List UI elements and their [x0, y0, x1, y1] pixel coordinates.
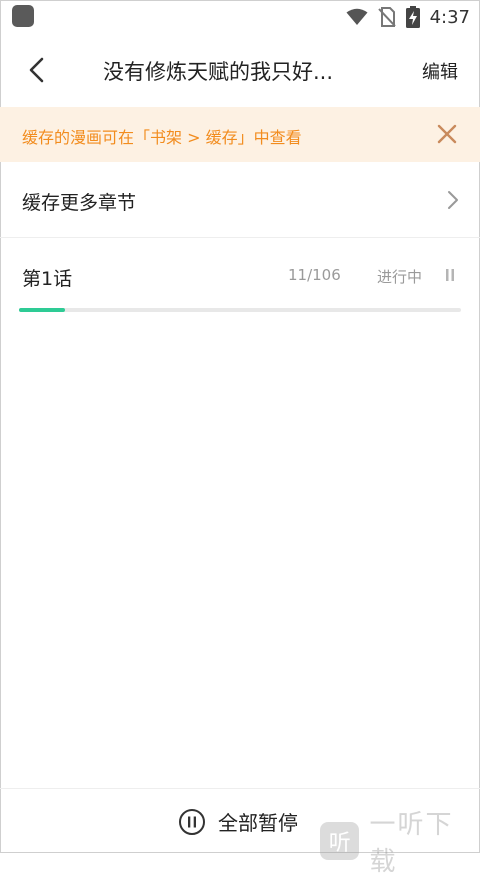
chevron-right-icon — [448, 191, 458, 209]
chapter-name: 第1话 — [22, 268, 73, 290]
page-title: 没有修炼天赋的我只好... — [103, 60, 334, 84]
chapter-download-item[interactable]: 第1话 11/106 进行中 — [0, 238, 480, 318]
status-bar: 4:37 — [0, 0, 480, 34]
battery-charging-icon — [405, 6, 420, 28]
pause-circle-icon — [179, 808, 205, 835]
no-sim-icon — [377, 7, 396, 27]
cache-more-chapters-label: 缓存更多章节 — [22, 192, 137, 214]
back-arrow-icon[interactable] — [22, 54, 52, 86]
cache-more-chapters-row[interactable]: 缓存更多章节 — [0, 162, 480, 238]
watermark-text: 一听下载 — [369, 810, 454, 877]
status-time: 4:37 — [429, 6, 470, 28]
app-notification-icon — [12, 5, 34, 27]
pause-all-button[interactable]: 全部暂停 — [178, 807, 298, 836]
watermark-logo: 听 — [320, 822, 360, 860]
close-icon[interactable] — [436, 123, 458, 145]
bottom-bar: 全部暂停 听 一听下载 — [0, 788, 480, 877]
pause-all-label: 全部暂停 — [218, 811, 298, 835]
system-icons: 4:37 — [346, 4, 470, 30]
wifi-icon — [346, 8, 368, 25]
download-progress-fill — [19, 308, 65, 312]
download-progress-track — [19, 308, 461, 312]
watermark: 听 一听下载 — [320, 804, 480, 878]
top-app-bar: 没有修炼天赋的我只好... 编辑 — [0, 34, 480, 106]
edit-button[interactable]: 编辑 — [422, 58, 458, 84]
cache-notice-banner: 缓存的漫画可在「书架 > 缓存」中查看 — [0, 107, 480, 162]
pause-icon[interactable] — [444, 268, 456, 282]
chapter-download-status: 进行中 — [377, 268, 423, 286]
chapter-download-count: 11/106 — [288, 266, 341, 284]
notice-text: 缓存的漫画可在「书架 > 缓存」中查看 — [22, 128, 302, 147]
